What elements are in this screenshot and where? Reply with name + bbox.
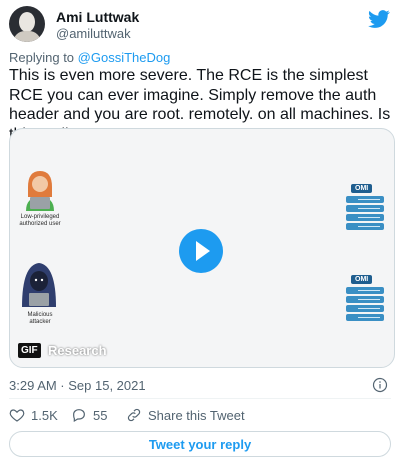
share-button[interactable]: Share this Tweet [126, 407, 245, 423]
tweet-media[interactable]: Low-privileged authorized user Malicious… [9, 128, 395, 368]
share-label: Share this Tweet [148, 407, 245, 423]
reply-icon [73, 409, 85, 423]
share-icon [127, 408, 141, 422]
play-button[interactable] [179, 229, 223, 273]
avatar[interactable] [9, 6, 45, 42]
author-name[interactable]: Ami Luttwak [56, 9, 139, 25]
tweet-timestamp[interactable]: 3:29 AM · Sep 15, 2021 [9, 378, 146, 393]
reply-count: 55 [93, 407, 108, 423]
replying-prefix: Replying to [9, 50, 78, 65]
caption-attacker-line1: Malicious [27, 312, 53, 318]
tweet-actions: 1.5K 55 Share this Tweet [9, 407, 391, 425]
caption-attacker-line2: attacker [29, 319, 51, 325]
divider [9, 398, 391, 399]
gif-badge: GIF [18, 343, 41, 358]
play-icon [196, 241, 210, 261]
attacker-illustration [22, 263, 56, 307]
replying-to: Replying to @GossiTheDog [9, 50, 170, 65]
twitter-bird-icon[interactable] [368, 8, 390, 30]
brand-text: Research [48, 343, 107, 358]
server-top [346, 196, 384, 232]
tweet-your-reply-button[interactable]: Tweet your reply [9, 431, 391, 457]
server-bottom [346, 287, 384, 323]
reply-action-button[interactable]: 55 [71, 407, 107, 423]
replying-to-link[interactable]: @GossiTheDog [78, 50, 171, 65]
caption-user: Low-privileged authorized user [12, 214, 68, 228]
server-top-label: OMI [351, 184, 373, 193]
heart-icon [9, 409, 25, 422]
like-count: 1.5K [31, 407, 58, 423]
tweet-header: Ami Luttwak @amiluttwak [9, 6, 390, 42]
like-button[interactable]: 1.5K [9, 407, 58, 423]
caption-user-line2: authorized user [19, 221, 61, 227]
caption-attacker: Malicious attacker [12, 312, 68, 326]
author-handle[interactable]: @amiluttwak [56, 26, 131, 41]
user-illustration [26, 171, 54, 211]
server-bottom-label: OMI [351, 275, 373, 284]
info-icon[interactable] [372, 377, 388, 393]
caption-user-line1: Low-privileged [20, 214, 60, 220]
